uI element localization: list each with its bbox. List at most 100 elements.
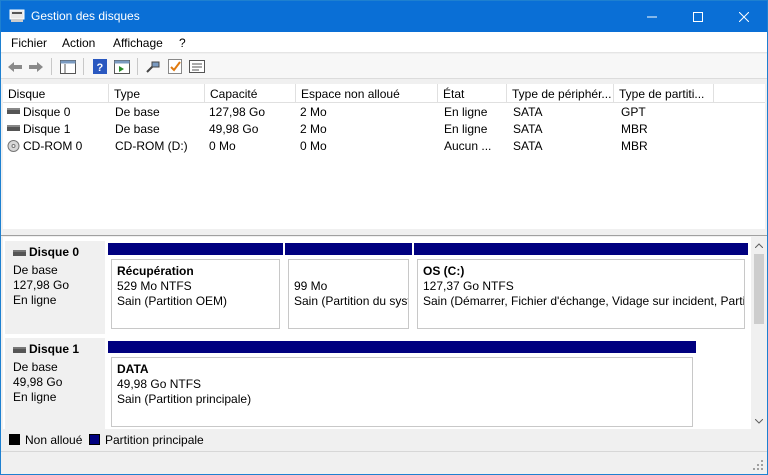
menu-fichier[interactable]: Fichier <box>11 36 47 50</box>
back-button[interactable] <box>6 58 24 75</box>
column-header-type[interactable]: Type <box>109 84 205 103</box>
toolbar-separator <box>51 58 52 75</box>
partition-bar <box>108 341 696 353</box>
cell-partition-type: MBR <box>621 139 648 153</box>
console-tree-button[interactable] <box>59 58 77 75</box>
column-header-type-peripherique[interactable]: Type de périphér... <box>507 84 614 103</box>
properties-icon <box>189 60 205 73</box>
partition-system[interactable]: 99 Mo Sain (Partition du syst <box>285 243 412 331</box>
help-icon: ? <box>93 59 107 74</box>
connect-button[interactable] <box>144 58 162 75</box>
table-row[interactable]: Disque 1 De base 49,98 Go 2 Mo En ligne … <box>3 121 765 138</box>
cell-device-type: SATA <box>513 122 543 136</box>
maximize-button[interactable] <box>675 1 721 32</box>
partition-recuperation[interactable]: Récupération 529 Mo NTFS Sain (Partition… <box>108 243 283 331</box>
partition-size: 529 Mo NTFS <box>117 279 192 293</box>
scroll-up-button[interactable] <box>751 237 767 253</box>
menu-affichage[interactable]: Affichage <box>113 36 163 50</box>
menu-action[interactable]: Action <box>62 36 95 50</box>
disk-list-view[interactable]: Disque Type Capacité Espace non alloué É… <box>3 84 765 229</box>
console-tree-icon <box>60 59 76 74</box>
disk-0-title: Disque 0 <box>13 245 79 259</box>
check-properties-button[interactable] <box>166 58 184 75</box>
disk-1-status: En ligne <box>13 390 57 404</box>
title-bar[interactable]: Gestion des disques <box>1 1 767 32</box>
partition-details: Récupération 529 Mo NTFS Sain (Partition… <box>111 259 280 329</box>
cell-partition-type: GPT <box>621 105 646 119</box>
disk-management-window: Gestion des disques Fichier Action Affic… <box>0 0 768 475</box>
cell-capacity: 127,98 Go <box>209 105 266 119</box>
maximize-icon <box>693 11 703 22</box>
cell-type: De base <box>115 122 160 136</box>
cell-capacity: 0 Mo <box>209 139 236 153</box>
partition-status: Sain (Démarrer, Fichier d'échange, Vidag… <box>423 294 745 308</box>
column-header-espace-non-alloue[interactable]: Espace non alloué <box>296 84 438 103</box>
minimize-icon <box>647 16 657 17</box>
toolbar: ? <box>1 54 767 79</box>
cd-rom-icon <box>7 140 20 152</box>
list-header: Disque Type Capacité Espace non alloué É… <box>3 84 765 103</box>
partition-size: 99 Mo <box>294 279 328 293</box>
partition-os-c[interactable]: OS (C:) 127,37 Go NTFS Sain (Démarrer, F… <box>414 243 748 331</box>
forward-arrow-icon <box>29 61 43 72</box>
partition-data[interactable]: DATA 49,98 Go NTFS Sain (Partition princ… <box>108 341 696 427</box>
cell-type: CD-ROM (D:) <box>115 139 188 153</box>
cell-partition-type: MBR <box>621 122 648 136</box>
partition-bar <box>285 243 412 255</box>
cell-state: Aucun ... <box>444 139 492 153</box>
resize-grip-icon[interactable] <box>752 459 764 471</box>
cell-disk: CD-ROM 0 <box>23 139 83 153</box>
menu-help[interactable]: ? <box>179 36 186 50</box>
pane-splitter[interactable] <box>1 230 767 236</box>
toolbar-separator <box>83 58 84 75</box>
chevron-down-icon <box>755 418 763 424</box>
connect-icon <box>146 61 160 73</box>
disk-1-label[interactable]: Disque 1 De base 49,98 Go En ligne <box>5 338 105 429</box>
cell-disk: Disque 1 <box>23 122 71 136</box>
table-row[interactable]: CD-ROM 0 CD-ROM (D:) 0 Mo 0 Mo Aucun ...… <box>3 138 765 155</box>
column-header-capacite[interactable]: Capacité <box>205 84 296 103</box>
partition-name: Récupération <box>117 264 194 278</box>
partition-status: Sain (Partition principale) <box>117 392 252 406</box>
cell-capacity: 49,98 Go <box>209 122 259 136</box>
disk-0-label[interactable]: Disque 0 De base 127,98 Go En ligne <box>5 241 105 334</box>
forward-button[interactable] <box>27 58 45 75</box>
partition-size: 127,37 Go NTFS <box>423 279 514 293</box>
properties-check-icon <box>168 59 182 74</box>
close-button[interactable] <box>721 1 767 32</box>
partition-bar <box>414 243 748 255</box>
partition-details: OS (C:) 127,37 Go NTFS Sain (Démarrer, F… <box>417 259 745 329</box>
svg-text:?: ? <box>97 62 104 74</box>
partition-details: DATA 49,98 Go NTFS Sain (Partition princ… <box>111 357 693 427</box>
menu-bar: Fichier Action Affichage ? <box>1 32 767 53</box>
cell-disk: Disque 0 <box>23 105 71 119</box>
scrollbar-thumb[interactable] <box>754 254 764 324</box>
export-button[interactable] <box>113 58 131 75</box>
scroll-down-button[interactable] <box>751 413 767 429</box>
partition-name: DATA <box>117 362 149 376</box>
partition-status: Sain (Partition du syst <box>294 294 409 308</box>
properties-button[interactable] <box>188 58 206 75</box>
chevron-up-icon <box>755 242 763 248</box>
help-button[interactable]: ? <box>91 58 109 75</box>
status-bar <box>1 451 767 474</box>
legend: Non alloué Partition principale <box>3 431 765 449</box>
vertical-scrollbar[interactable] <box>751 237 767 429</box>
disk-0-size: 127,98 Go <box>13 278 70 292</box>
table-row[interactable]: Disque 0 De base 127,98 Go 2 Mo En ligne… <box>3 104 765 121</box>
column-header-type-partition[interactable]: Type de partiti... <box>614 84 714 103</box>
minimize-button[interactable] <box>629 1 675 32</box>
column-header-disque[interactable]: Disque <box>3 84 109 103</box>
partition-status: Sain (Partition OEM) <box>117 294 228 308</box>
cell-state: En ligne <box>444 122 488 136</box>
partition-bar <box>108 243 283 255</box>
partition-size: 49,98 Go NTFS <box>117 377 202 391</box>
legend-label-unallocated: Non alloué <box>25 433 83 447</box>
hard-disk-icon <box>13 249 26 256</box>
cell-unallocated: 2 Mo <box>300 105 327 119</box>
column-header-etat[interactable]: État <box>438 84 507 103</box>
window-title: Gestion des disques <box>31 9 140 23</box>
cell-device-type: SATA <box>513 105 543 119</box>
close-icon <box>739 11 749 22</box>
disk-1-type: De base <box>13 360 58 374</box>
